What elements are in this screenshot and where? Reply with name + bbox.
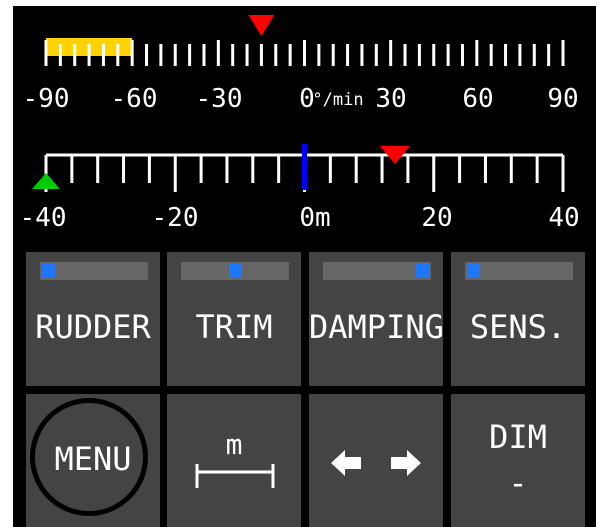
- rate-marker-icon: [248, 15, 275, 36]
- distance-label-neg20: -20: [152, 203, 199, 233]
- rate-unit-label: °/min: [312, 90, 363, 110]
- trim-level-bar: [181, 262, 289, 280]
- right-arrow-icon: [391, 450, 421, 476]
- autopilot-display: -90 -60 -30 0 °/min 30 60 90 -40 -20 0m …: [0, 0, 600, 527]
- arrows-button[interactable]: [309, 394, 443, 527]
- trim-level-knob: [228, 264, 242, 278]
- distance-scale: -40 -20 0m 20 40: [20, 144, 580, 233]
- trim-button[interactable]: TRIM: [167, 252, 301, 386]
- rudder-level-bar: [40, 262, 148, 280]
- rudder-button-label: RUDDER: [35, 308, 151, 346]
- damping-button[interactable]: DAMPING: [309, 252, 444, 386]
- rate-label-30: 30: [375, 84, 406, 114]
- damping-level-knob: [416, 264, 429, 278]
- menu-button[interactable]: MENU: [26, 394, 160, 527]
- range-bracket-icon: [195, 464, 275, 488]
- rate-label-60: 60: [462, 84, 493, 114]
- menu-button-label: MENU: [54, 440, 132, 478]
- distance-green-marker-icon: [32, 173, 60, 189]
- rate-tick-labels: -90 -60 -30 0 °/min 30 60 90: [23, 84, 579, 114]
- dim-value-label: -: [508, 464, 528, 502]
- rudder-button[interactable]: RUDDER: [26, 252, 160, 386]
- distance-label-zero: 0m: [299, 203, 330, 233]
- rate-label-neg90: -90: [23, 84, 70, 114]
- rate-label-neg30: -30: [196, 84, 243, 114]
- dim-button[interactable]: DIM -: [451, 394, 585, 527]
- distance-center-marker: [302, 144, 307, 190]
- sens-level-bar: [465, 262, 573, 280]
- range-unit-button[interactable]: m: [167, 394, 301, 527]
- display-panel: -90 -60 -30 0 °/min 30 60 90 -40 -20 0m …: [13, 6, 596, 527]
- range-unit-label: m: [225, 428, 243, 461]
- rudder-level-knob: [42, 264, 55, 278]
- sens-level-knob: [467, 264, 480, 278]
- damping-level-bar: [323, 262, 431, 280]
- distance-label-20: 20: [421, 203, 452, 233]
- distance-label-40: 40: [548, 203, 579, 233]
- distance-label-neg40: -40: [20, 203, 67, 233]
- sens-button-label: SENS.: [469, 308, 567, 346]
- rate-of-turn-scale: -90 -60 -30 0 °/min 30 60 90: [23, 15, 579, 114]
- damping-button-label: DAMPING: [309, 308, 444, 346]
- sens-button[interactable]: SENS.: [451, 252, 585, 386]
- left-arrow-icon: [331, 450, 361, 476]
- distance-tick-labels: -40 -20 0m 20 40: [20, 203, 580, 233]
- rate-label-neg60: -60: [111, 84, 158, 114]
- trim-button-label: TRIM: [195, 308, 273, 346]
- dim-button-label: DIM: [489, 418, 547, 456]
- rate-label-90: 90: [547, 84, 578, 114]
